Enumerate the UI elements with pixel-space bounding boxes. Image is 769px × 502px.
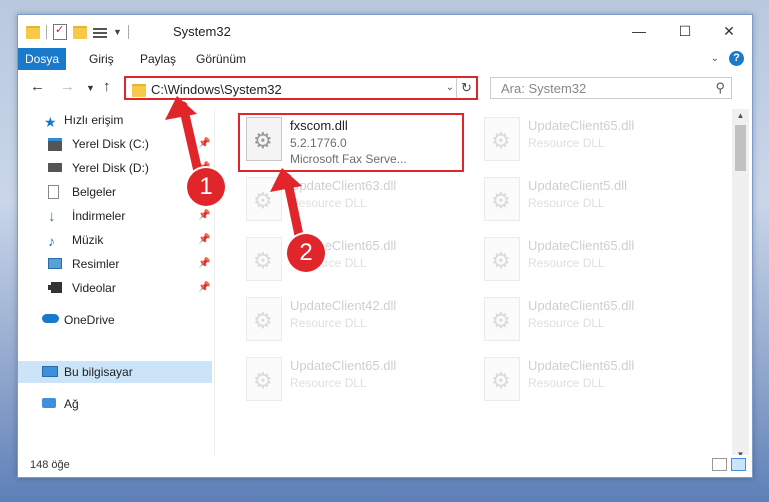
callout-2: 2 — [287, 234, 325, 272]
callout-1: 1 — [187, 168, 225, 206]
annotation-arrows — [165, 96, 305, 245]
arrow-1-head — [165, 96, 197, 120]
arrow-2-head — [270, 168, 302, 192]
